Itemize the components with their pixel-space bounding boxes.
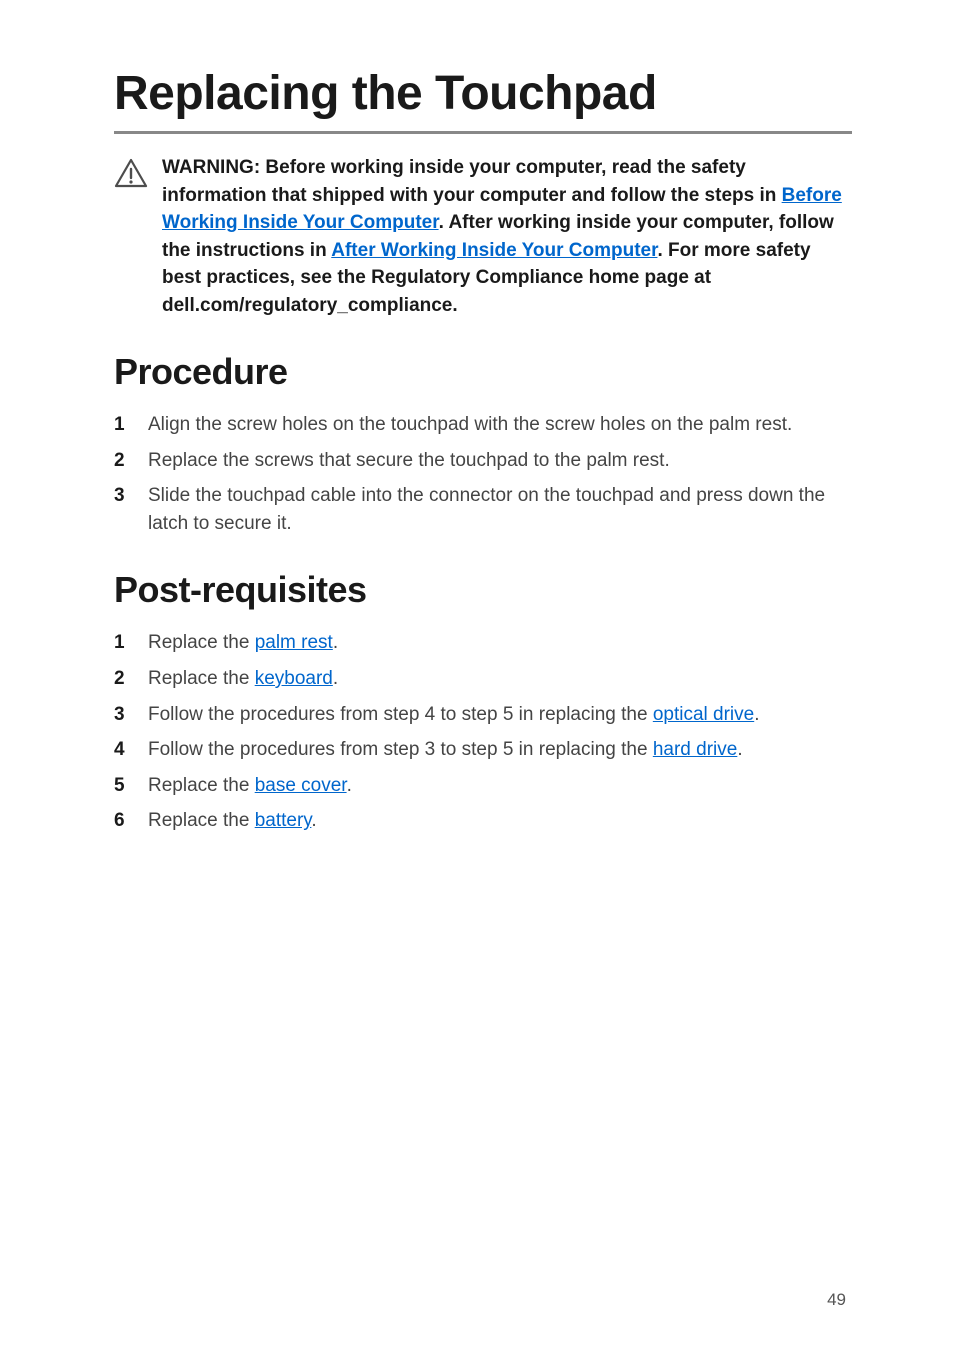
- link-battery[interactable]: battery: [255, 810, 312, 831]
- step-text: Follow the procedures from step 3 to ste…: [148, 736, 743, 764]
- procedure-list: 1 Align the screw holes on the touchpad …: [114, 411, 852, 537]
- post-requisites-list: 1 Replace the palm rest. 2 Replace the k…: [114, 629, 852, 834]
- page-title: Replacing the Touchpad: [114, 66, 852, 134]
- link-hard-drive[interactable]: hard drive: [653, 739, 738, 760]
- step-number: 5: [114, 772, 128, 800]
- post-step: 3 Follow the procedures from step 4 to s…: [114, 701, 852, 729]
- warning-prefix: WARNING: Before working inside your comp…: [162, 157, 782, 206]
- post-step: 2 Replace the keyboard.: [114, 665, 852, 693]
- procedure-step: 2 Replace the screws that secure the tou…: [114, 447, 852, 475]
- step-number: 6: [114, 807, 128, 835]
- link-palm-rest[interactable]: palm rest: [255, 632, 333, 653]
- step-text: Replace the battery.: [148, 807, 317, 835]
- post-step: 1 Replace the palm rest.: [114, 629, 852, 657]
- step-number: 2: [114, 447, 128, 475]
- warning-text: WARNING: Before working inside your comp…: [162, 154, 852, 319]
- post-requisites-heading: Post-requisites: [114, 569, 852, 611]
- step-number: 4: [114, 736, 128, 764]
- step-pre: Replace the: [148, 632, 255, 653]
- step-post: .: [333, 668, 338, 689]
- step-post: .: [347, 775, 352, 796]
- step-post: .: [333, 632, 338, 653]
- step-post: .: [737, 739, 742, 760]
- step-pre: Follow the procedures from step 3 to ste…: [148, 739, 653, 760]
- step-number: 1: [114, 629, 128, 657]
- step-pre: Replace the: [148, 810, 255, 831]
- step-text: Replace the screws that secure the touch…: [148, 447, 670, 475]
- step-text: Replace the palm rest.: [148, 629, 338, 657]
- step-text: Replace the keyboard.: [148, 665, 338, 693]
- step-text: Align the screw holes on the touchpad wi…: [148, 411, 792, 439]
- step-text: Replace the base cover.: [148, 772, 352, 800]
- post-step: 6 Replace the battery.: [114, 807, 852, 835]
- step-post: .: [311, 810, 316, 831]
- step-text: Slide the touchpad cable into the connec…: [148, 482, 852, 537]
- warning-block: WARNING: Before working inside your comp…: [114, 154, 852, 319]
- step-number: 2: [114, 665, 128, 693]
- procedure-step: 1 Align the screw holes on the touchpad …: [114, 411, 852, 439]
- post-step: 5 Replace the base cover.: [114, 772, 852, 800]
- page-number: 49: [827, 1290, 846, 1310]
- post-step: 4 Follow the procedures from step 3 to s…: [114, 736, 852, 764]
- warning-icon: [114, 158, 148, 193]
- step-number: 3: [114, 482, 128, 510]
- step-pre: Follow the procedures from step 4 to ste…: [148, 704, 653, 725]
- step-pre: Replace the: [148, 775, 255, 796]
- link-keyboard[interactable]: keyboard: [255, 668, 333, 689]
- link-base-cover[interactable]: base cover: [255, 775, 347, 796]
- step-pre: Replace the: [148, 668, 255, 689]
- step-post: .: [754, 704, 759, 725]
- step-number: 1: [114, 411, 128, 439]
- procedure-heading: Procedure: [114, 351, 852, 393]
- procedure-step: 3 Slide the touchpad cable into the conn…: [114, 482, 852, 537]
- step-text: Follow the procedures from step 4 to ste…: [148, 701, 760, 729]
- step-number: 3: [114, 701, 128, 729]
- link-after-working[interactable]: After Working Inside Your Computer: [331, 240, 657, 261]
- link-optical-drive[interactable]: optical drive: [653, 704, 754, 725]
